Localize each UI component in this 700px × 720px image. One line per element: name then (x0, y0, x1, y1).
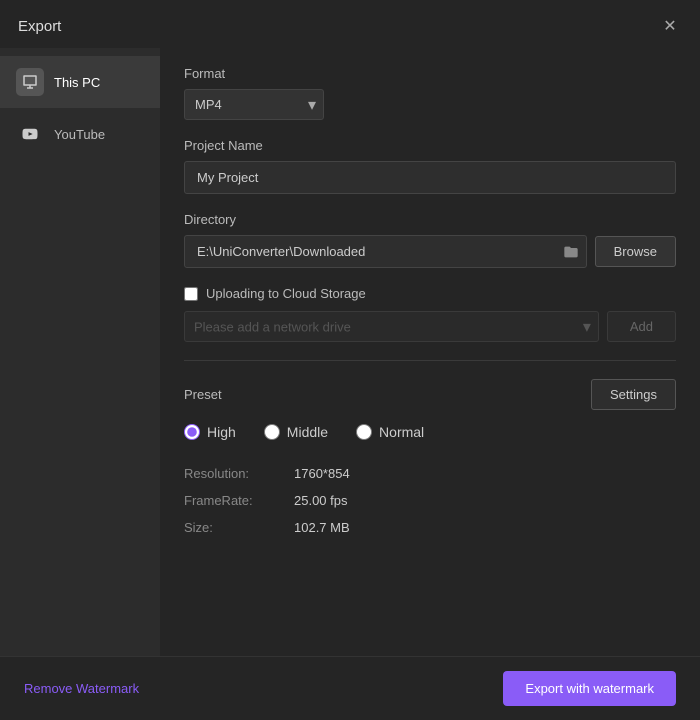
directory-input[interactable] (184, 235, 587, 268)
cloud-group: Uploading to Cloud Storage Please add a … (184, 286, 676, 342)
main-panel: Format MP4 MKV AVI MOV WMV Project Name (160, 48, 700, 656)
preset-normal-radio[interactable] (356, 424, 372, 440)
preset-normal-option[interactable]: Normal (356, 424, 424, 440)
cloud-checkbox-label: Uploading to Cloud Storage (206, 286, 366, 301)
sidebar-item-youtube[interactable]: YouTube (0, 108, 160, 160)
format-select-wrapper: MP4 MKV AVI MOV WMV (184, 89, 324, 120)
resolution-key: Resolution: (184, 460, 294, 487)
remove-watermark-link[interactable]: Remove Watermark (24, 681, 139, 696)
divider (184, 360, 676, 361)
resolution-value: 1760*854 (294, 460, 676, 487)
info-table: Resolution: 1760*854 FrameRate: 25.00 fp… (184, 460, 676, 541)
sidebar-item-youtube-label: YouTube (54, 127, 105, 142)
add-button[interactable]: Add (607, 311, 676, 342)
folder-icon-button[interactable] (563, 244, 579, 260)
computer-icon (16, 68, 44, 96)
footer: Remove Watermark Export with watermark (0, 656, 700, 720)
directory-row: Browse (184, 235, 676, 268)
youtube-icon (16, 120, 44, 148)
directory-input-wrapper (184, 235, 587, 268)
cloud-row: Please add a network drive Add (184, 311, 676, 342)
preset-radio-group: High Middle Normal (184, 424, 676, 440)
preset-high-label: High (207, 424, 236, 440)
export-dialog: Export ✕ This PC YouTu (0, 0, 700, 720)
preset-high-radio[interactable] (184, 424, 200, 440)
size-value: 102.7 MB (294, 514, 676, 541)
format-group: Format MP4 MKV AVI MOV WMV (184, 66, 676, 120)
project-name-group: Project Name (184, 138, 676, 194)
size-key: Size: (184, 514, 294, 541)
preset-middle-option[interactable]: Middle (264, 424, 328, 440)
cloud-select[interactable] (184, 311, 599, 342)
preset-header: Preset Settings (184, 379, 676, 410)
directory-group: Directory Browse (184, 212, 676, 268)
project-name-label: Project Name (184, 138, 676, 153)
sidebar-item-this-pc-label: This PC (54, 75, 100, 90)
sidebar: This PC YouTube (0, 48, 160, 656)
close-button[interactable]: ✕ (658, 14, 682, 38)
framerate-value: 25.00 fps (294, 487, 676, 514)
title-bar: Export ✕ (0, 0, 700, 48)
export-button[interactable]: Export with watermark (503, 671, 676, 706)
browse-button[interactable]: Browse (595, 236, 676, 267)
format-select[interactable]: MP4 MKV AVI MOV WMV (184, 89, 324, 120)
format-label: Format (184, 66, 676, 81)
preset-normal-label: Normal (379, 424, 424, 440)
cloud-checkbox-row: Uploading to Cloud Storage (184, 286, 676, 301)
settings-button[interactable]: Settings (591, 379, 676, 410)
dialog-title: Export (18, 18, 61, 35)
cloud-checkbox[interactable] (184, 287, 198, 301)
sidebar-item-this-pc[interactable]: This PC (0, 56, 160, 108)
preset-middle-label: Middle (287, 424, 328, 440)
framerate-key: FrameRate: (184, 487, 294, 514)
content-area: This PC YouTube Format MP4 M (0, 48, 700, 656)
project-name-input[interactable] (184, 161, 676, 194)
preset-high-option[interactable]: High (184, 424, 236, 440)
preset-label: Preset (184, 387, 222, 402)
cloud-select-wrapper: Please add a network drive (184, 311, 599, 342)
directory-label: Directory (184, 212, 676, 227)
preset-middle-radio[interactable] (264, 424, 280, 440)
